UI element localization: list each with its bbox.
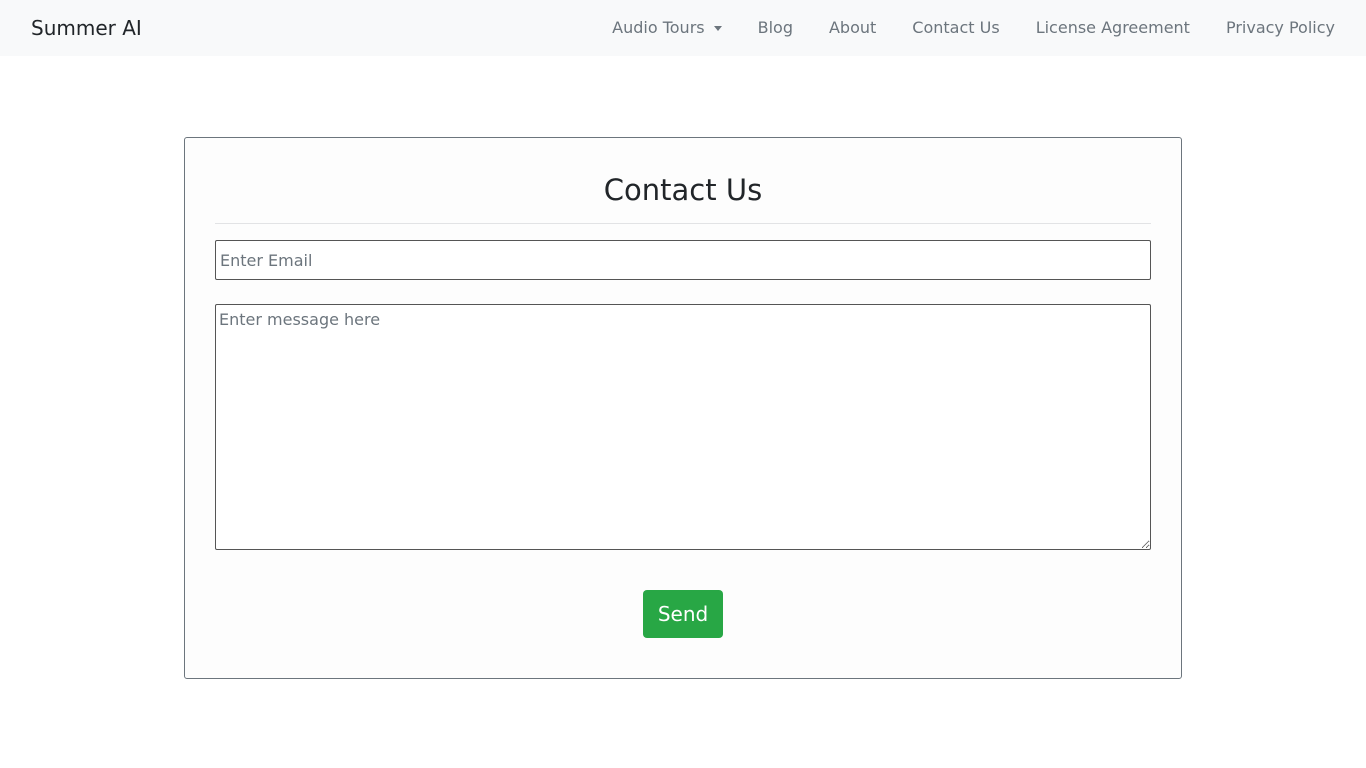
nav-about-link[interactable]: About — [829, 16, 876, 40]
nav-audio-tours-label: Audio Tours — [612, 18, 705, 37]
email-field[interactable] — [215, 240, 1151, 280]
brand-logo-link[interactable]: Summer AI — [31, 14, 142, 42]
message-textarea[interactable] — [215, 304, 1151, 550]
caret-down-icon — [713, 25, 722, 31]
nav-audio-tours-dropdown[interactable]: Audio Tours — [612, 16, 722, 40]
contact-form-card: Contact Us Send — [184, 137, 1182, 679]
nav-links: Audio Tours Blog About Contact Us Licens… — [612, 16, 1335, 40]
nav-privacy-policy-link[interactable]: Privacy Policy — [1226, 16, 1335, 40]
title-divider — [215, 223, 1151, 224]
nav-license-agreement-link[interactable]: License Agreement — [1036, 16, 1190, 40]
contact-form-title: Contact Us — [603, 173, 763, 207]
send-button[interactable]: Send — [643, 590, 723, 638]
top-navbar: Summer AI Audio Tours Blog About Contact… — [0, 0, 1366, 56]
nav-blog-link[interactable]: Blog — [758, 16, 793, 40]
nav-contact-us-link[interactable]: Contact Us — [912, 16, 999, 40]
